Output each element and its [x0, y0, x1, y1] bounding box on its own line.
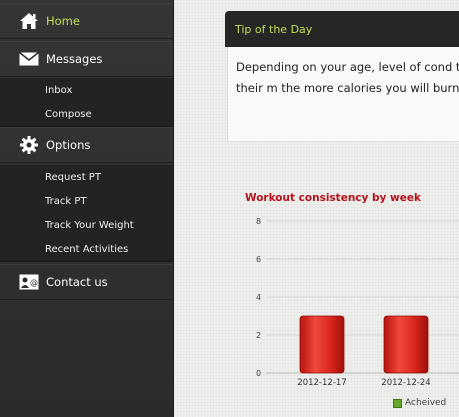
- chart-bar[interactable]: [383, 315, 429, 374]
- sidebar: Home Messages Inbox Compose Options Requ…: [0, 0, 174, 417]
- nav-home[interactable]: Home: [0, 3, 173, 39]
- submenu-track-pt[interactable]: Track PT: [0, 189, 173, 213]
- y-tick-label: 4: [256, 293, 261, 302]
- home-icon: [18, 10, 40, 32]
- y-tick-label: 8: [256, 217, 261, 226]
- nav-contact-label: Contact us: [46, 274, 108, 289]
- nav-contact[interactable]: @ Contact us: [0, 264, 173, 300]
- chart-bar[interactable]: [299, 315, 345, 374]
- y-tick-label: 2: [256, 331, 261, 340]
- workout-chart: 0 2 4 6 8 2012-12-17 2012-12-24: [256, 217, 459, 388]
- submenu-recent-activities[interactable]: Recent Activities: [0, 237, 173, 261]
- x-tick-label: 2012-12-24: [381, 378, 430, 388]
- gear-icon: [18, 134, 40, 156]
- nav-messages[interactable]: Messages: [0, 41, 173, 77]
- svg-text:@: @: [30, 278, 38, 287]
- submenu-compose[interactable]: Compose: [0, 102, 173, 126]
- submenu-inbox[interactable]: Inbox: [0, 78, 173, 102]
- x-tick-label: 2012-12-17: [297, 378, 346, 388]
- y-tick-label: 0: [256, 369, 261, 378]
- chart-legend: Acheived: [393, 398, 446, 408]
- nav-messages-label: Messages: [46, 51, 103, 66]
- nav-options[interactable]: Options: [0, 127, 173, 163]
- nav-options-label: Options: [46, 137, 91, 152]
- nav-home-label: Home: [46, 13, 80, 28]
- options-submenu: Request PT Track PT Track Your Weight Re…: [0, 165, 173, 262]
- submenu-request-pt[interactable]: Request PT: [0, 165, 173, 189]
- envelope-icon: [18, 48, 40, 70]
- messages-submenu: Inbox Compose: [0, 78, 173, 127]
- submenu-track-weight[interactable]: Track Your Weight: [0, 213, 173, 237]
- y-tick-label: 6: [256, 255, 261, 264]
- contact-card-icon: @: [18, 271, 40, 293]
- legend-swatch: [393, 398, 402, 408]
- legend-label: Acheived: [405, 398, 447, 408]
